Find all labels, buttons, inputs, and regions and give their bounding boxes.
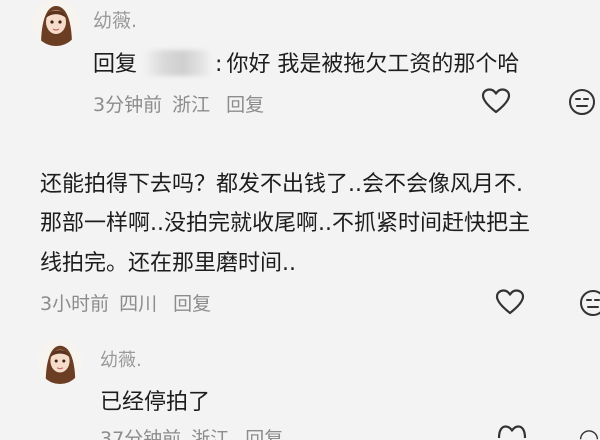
redacted-name-blur — [145, 50, 210, 76]
reply-button[interactable]: 回复 — [226, 94, 264, 116]
comment-meta: 3小时前 四川 回复 — [40, 289, 221, 316]
reply-colon: : — [215, 52, 223, 77]
comment-username[interactable]: 幼薇. — [100, 346, 142, 372]
frown-face-icon[interactable] — [578, 288, 600, 318]
girl-avatar-icon — [33, 0, 79, 46]
comment-location: 浙江 — [172, 94, 211, 116]
reply-prefix: 回复 — [93, 52, 138, 77]
comment-time: 37分钟前 — [100, 428, 182, 440]
comment-text: 你好 我是被拖欠工资的那个哈 — [226, 52, 520, 77]
comment-username[interactable]: 幼薇. — [93, 6, 137, 33]
frown-face-icon[interactable] — [578, 426, 600, 440]
frown-face-icon[interactable] — [567, 87, 597, 117]
heart-outline-icon[interactable] — [481, 87, 511, 115]
comment-body: 回复: 你好 我是被拖欠工资的那个哈 — [93, 46, 519, 78]
reply-button[interactable]: 回复 — [245, 428, 283, 440]
reply-button[interactable]: 回复 — [173, 293, 211, 315]
comment-line: 线拍完。还在那里磨时间.. — [40, 251, 296, 276]
comment-time: 3小时前 — [40, 293, 110, 315]
girl-avatar-icon — [38, 340, 82, 384]
comment-text: 已经停拍了 — [100, 390, 211, 415]
heart-outline-icon[interactable] — [495, 288, 525, 316]
comment-meta: 3分钟前 浙江 回复 — [93, 90, 274, 117]
comment-line: 那部一样啊..没拍完就收尾啊..不抓紧时间赶快把主 — [40, 211, 530, 236]
comment-time: 3分钟前 — [93, 94, 163, 116]
comment-location: 浙江 — [191, 428, 230, 440]
comment-meta: 37分钟前 浙江 回复 — [100, 424, 293, 440]
comment-location: 四川 — [119, 293, 158, 315]
comment-line: 还能拍得下去吗？都发不出钱了..会不会像风月不. — [40, 172, 523, 197]
heart-outline-icon[interactable] — [497, 424, 527, 440]
comment-thread: 幼薇. 回复: 你好 我是被拖欠工资的那个哈 3分钟前 浙江 回复 还能拍得下去吗？都… — [0, 0, 600, 440]
avatar[interactable] — [38, 340, 82, 384]
avatar[interactable] — [33, 0, 79, 46]
